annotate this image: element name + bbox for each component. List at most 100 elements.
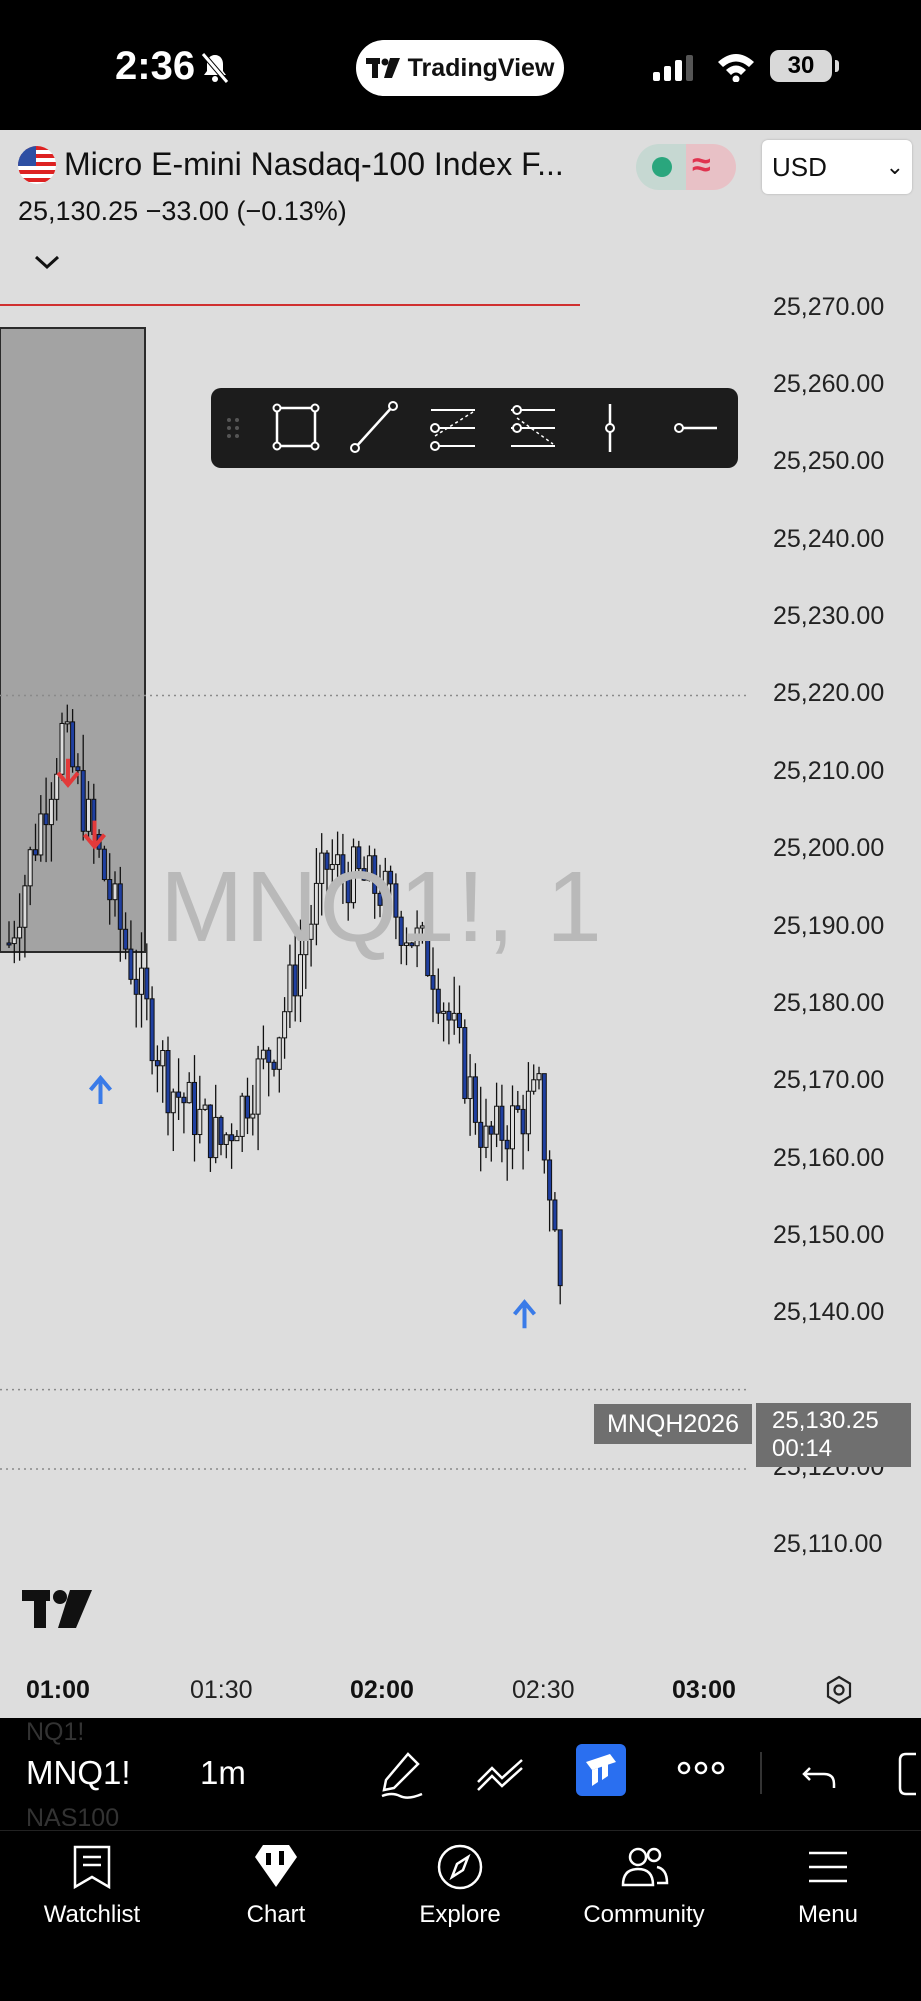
interval-button[interactable]: 1m xyxy=(200,1754,246,1792)
market-status-pill[interactable]: ≈ xyxy=(636,144,736,190)
price-tick: 25,190.00 xyxy=(773,911,885,940)
app-name: TradingView xyxy=(407,53,555,82)
candle-body xyxy=(27,849,33,887)
candle-body xyxy=(70,721,76,768)
fib-retracement-tool-icon[interactable] xyxy=(427,388,479,468)
symbol-button[interactable]: MNQ1! xyxy=(26,1754,131,1792)
candle-body xyxy=(186,1081,192,1104)
nav-chart[interactable]: Chart xyxy=(184,1831,368,2001)
candle-body xyxy=(144,967,150,1000)
candle-body xyxy=(139,967,144,995)
chart-area[interactable]: MNQ1!, 1 Micro E-mini Nasdaq-100 Index F… xyxy=(0,130,921,1718)
price-tick: 25,230.00 xyxy=(773,602,885,631)
candle-body xyxy=(123,928,129,950)
horizontal-ray-tool-icon[interactable] xyxy=(671,388,721,468)
candle-body xyxy=(59,722,65,775)
chevron-down-icon: ⌄ xyxy=(885,154,904,179)
candle-body xyxy=(541,1073,547,1161)
candle-body xyxy=(192,1081,197,1136)
candle-body xyxy=(441,1010,447,1014)
fullscreen-icon[interactable] xyxy=(894,1752,921,1796)
market-open-dot xyxy=(652,157,672,177)
candle-body xyxy=(245,1095,250,1119)
nav-menu-label: Menu xyxy=(797,1901,859,1928)
price-tick: 25,140.00 xyxy=(773,1298,885,1327)
nav-watchlist[interactable]: Watchlist xyxy=(0,1831,184,2001)
range-box xyxy=(0,327,146,953)
price-tick: 25,240.00 xyxy=(773,524,885,553)
tradingview-watermark-icon xyxy=(22,1590,92,1628)
nav-community-label: Community xyxy=(583,1901,705,1928)
price-tick: 25,160.00 xyxy=(773,1143,885,1172)
prev-symbol[interactable]: NQ1! xyxy=(26,1718,84,1747)
buy-signal-arrow xyxy=(88,1074,113,1104)
candle-body xyxy=(160,1050,166,1067)
candle-body xyxy=(117,883,123,930)
instrument-title[interactable]: Micro E-mini Nasdaq-100 Index F... xyxy=(64,146,564,183)
menu-icon xyxy=(809,1851,847,1883)
candle-body xyxy=(531,1079,537,1092)
candle-body xyxy=(557,1229,563,1287)
fib-extension-tool-icon[interactable] xyxy=(507,388,559,468)
price-tick: 25,270.00 xyxy=(773,292,885,321)
rectangle-tool-icon[interactable] xyxy=(271,388,321,468)
nav-community[interactable]: Community xyxy=(552,1831,736,2001)
indicators-icon[interactable] xyxy=(474,1748,528,1800)
bell-mute-icon xyxy=(201,52,229,84)
candle-body xyxy=(536,1073,542,1081)
candle-body xyxy=(435,988,441,1014)
candle-body xyxy=(22,885,28,928)
nav-menu[interactable]: Menu xyxy=(736,1831,920,2001)
pen-icon[interactable] xyxy=(378,1748,426,1800)
vertical-line-tool-icon[interactable] xyxy=(595,388,625,468)
candle-body xyxy=(101,848,107,881)
candle-body xyxy=(64,721,70,725)
drag-handle-icon[interactable] xyxy=(221,388,245,468)
candle-body xyxy=(75,766,81,772)
chart-settings-icon[interactable] xyxy=(824,1675,854,1705)
status-bar: 2:36 TradingView 30 xyxy=(0,0,921,130)
toolbar-divider xyxy=(760,1752,762,1794)
candle-body xyxy=(170,1091,176,1114)
chevron-down-icon[interactable] xyxy=(34,254,60,270)
nav-explore[interactable]: Explore xyxy=(368,1831,552,2001)
wifi-icon xyxy=(718,54,754,82)
price-tick: 25,220.00 xyxy=(773,679,885,708)
status-time: 2:36 xyxy=(115,44,196,88)
next-symbol[interactable]: NAS100 xyxy=(26,1804,119,1833)
symbol-watermark: MNQ1!, 1 xyxy=(160,851,604,963)
trend-line-tool-icon[interactable] xyxy=(349,388,399,468)
candle-body xyxy=(430,975,436,990)
candle-body xyxy=(165,1050,171,1114)
candle-body xyxy=(234,1135,240,1142)
candle-body xyxy=(525,1090,531,1135)
last-price-value: 25,130.25 xyxy=(772,1407,879,1434)
candle-body xyxy=(80,770,86,832)
candle-body xyxy=(128,948,134,980)
candle-body xyxy=(149,998,155,1062)
candle-body xyxy=(287,964,293,1013)
candle-body xyxy=(112,883,118,901)
candle-body xyxy=(154,1060,160,1067)
nav-watchlist-label: Watchlist xyxy=(43,1901,141,1928)
time-tick: 02:00 xyxy=(350,1676,414,1704)
candle-body xyxy=(478,1121,484,1148)
drawing-toolbar xyxy=(211,388,738,468)
more-icon[interactable] xyxy=(676,1758,726,1778)
candle-body xyxy=(239,1095,245,1137)
nav-explore-label: Explore xyxy=(419,1901,501,1928)
candle-body xyxy=(33,849,38,856)
candle-body xyxy=(451,1012,457,1021)
candle-body xyxy=(499,1105,505,1141)
undo-icon[interactable] xyxy=(800,1754,840,1794)
candle-body xyxy=(17,926,23,939)
app-pill[interactable]: TradingView xyxy=(356,40,564,96)
candle-body xyxy=(462,1027,468,1100)
currency-select[interactable]: USD ⌄ xyxy=(762,140,912,194)
candle-body xyxy=(457,1012,462,1029)
candle-body xyxy=(48,798,54,826)
instrument-price: 25,130.25 −33.00 (−0.13%) xyxy=(18,196,347,226)
candle-body xyxy=(213,1116,219,1159)
candle-body xyxy=(276,1037,282,1070)
templates-button[interactable] xyxy=(576,1744,626,1796)
